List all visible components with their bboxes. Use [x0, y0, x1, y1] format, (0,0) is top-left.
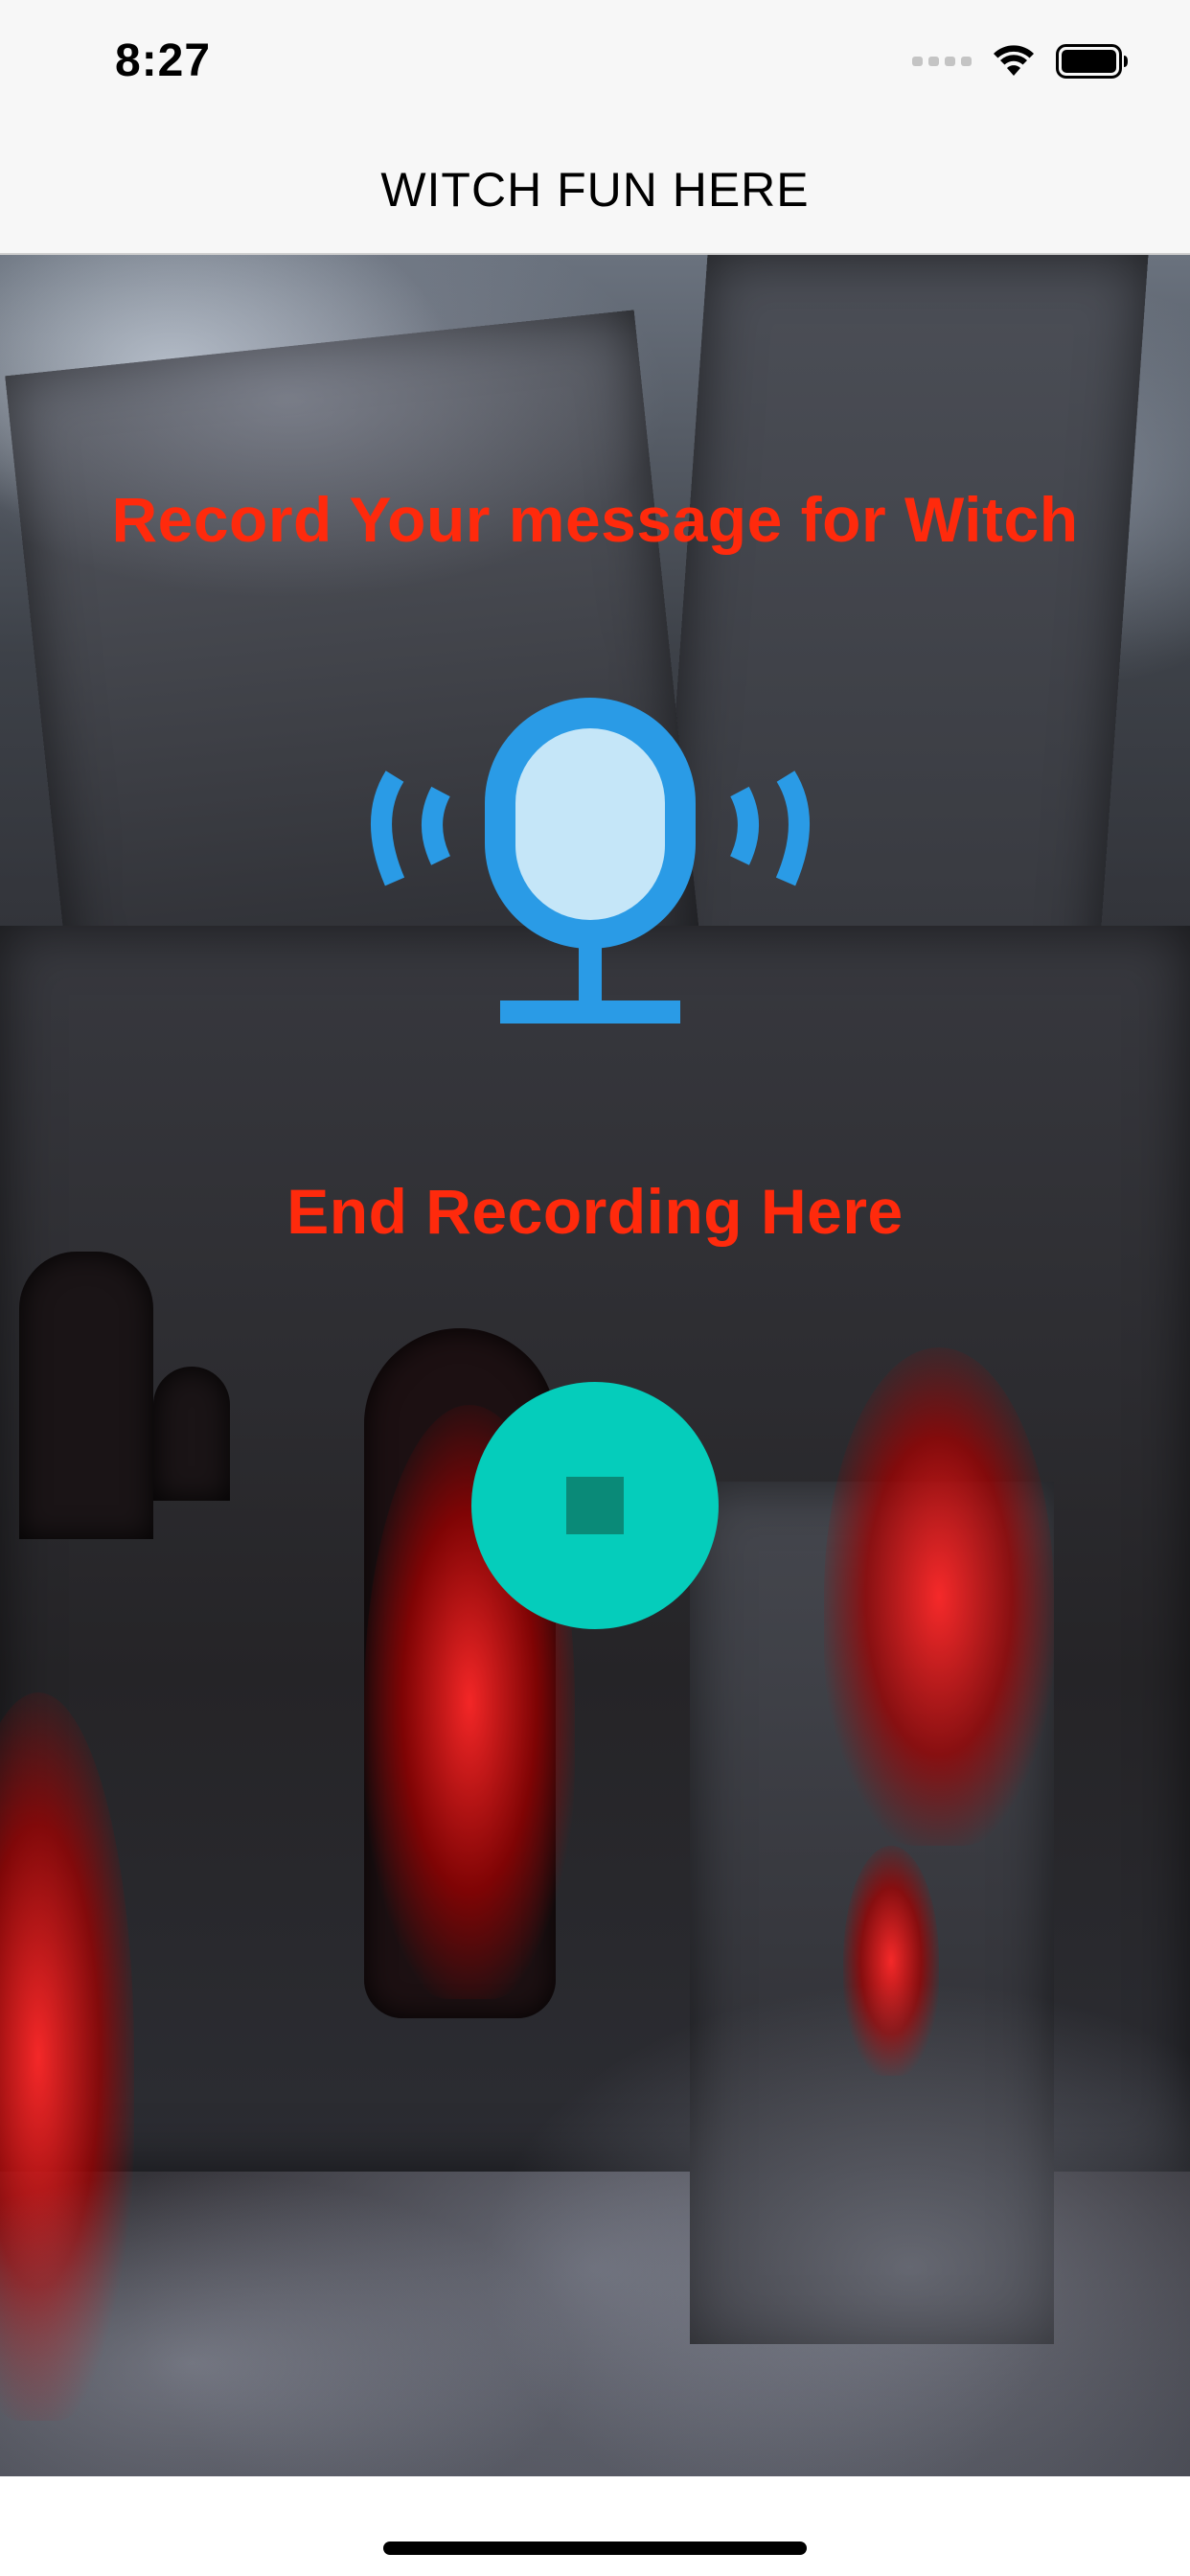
- battery-icon: [1056, 44, 1128, 79]
- haunted-castle-background: [0, 255, 1190, 2476]
- cellular-signal-icon: [912, 57, 972, 66]
- home-indicator[interactable]: [383, 2542, 807, 2555]
- status-time: 8:27: [115, 35, 212, 86]
- arch-window: [153, 1367, 230, 1501]
- record-message-label: Record Your message for Witch: [111, 484, 1079, 555]
- wifi-icon: [994, 45, 1034, 76]
- status-icons: [912, 42, 1129, 80]
- nav-title: WITCH FUN HERE: [380, 163, 810, 217]
- stop-recording-button[interactable]: [471, 1382, 719, 1629]
- navigation-bar: WITCH FUN HERE: [0, 134, 1190, 255]
- end-recording-label: End Recording Here: [286, 1176, 904, 1247]
- red-glow-right: [824, 1347, 1054, 1846]
- status-bar: 8:27: [0, 0, 1190, 134]
- arch-window: [19, 1252, 153, 1539]
- app-screen: 8:27 WITCH FUN HERE Record Your message …: [0, 0, 1190, 2576]
- stop-icon: [566, 1477, 624, 1534]
- microphone-broadcast-icon[interactable]: [360, 690, 820, 1027]
- bottom-safe-area: [0, 2476, 1190, 2576]
